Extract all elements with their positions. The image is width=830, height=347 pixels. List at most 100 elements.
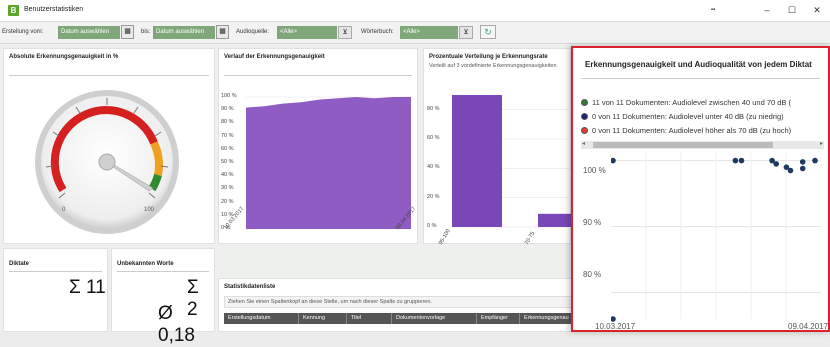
verteilung-y-tick: 0 % — [427, 223, 437, 229]
scatter-point[interactable] — [799, 165, 806, 172]
data-list-panel: Statistikdatenliste Ziehen Sie einen Spa… — [218, 278, 578, 332]
gauge-hub — [98, 153, 116, 171]
column-header[interactable]: Erkennungsgenau — [520, 313, 574, 324]
gauge-panel: Absolute Erkennungsgenauigkeit in % 0 10… — [3, 48, 215, 244]
legend-dot-red — [581, 127, 588, 134]
unknown-words-label: Unbekannten Worte — [117, 261, 174, 267]
diktate-panel: Diktate Σ 11 — [3, 248, 108, 332]
filter-bar: Erstellung vom: Datum auswählen ▦ bis: D… — [0, 22, 830, 44]
column-header[interactable]: Kennung — [299, 313, 347, 324]
diktate-label: Diktate — [9, 261, 30, 267]
verlauf-chart — [246, 96, 411, 230]
close-button[interactable]: ✕ — [808, 3, 826, 17]
refresh-button[interactable]: ↻ — [480, 25, 496, 39]
legend-text: 0 von 11 Dokumenten: Audiolevel höher al… — [592, 126, 792, 135]
verlauf-y-tick: 40 % — [221, 172, 234, 179]
group-panel[interactable]: Ziehen Sie einen Spaltenkopf an diese St… — [224, 296, 574, 308]
dictionary-label: Wörterbuch: — [361, 29, 394, 35]
legend-item-low[interactable]: 0 von 11 Dokumenten: Audiolevel unter 40… — [581, 112, 784, 121]
diktate-sum: Σ 11 — [69, 277, 106, 298]
column-header[interactable]: Erstellungsdatum — [224, 313, 299, 324]
verteilung-subtitle: Verteilt auf 3 vordefinierte Erkennungsg… — [429, 63, 557, 69]
legend-dot-blue — [581, 113, 588, 120]
scatter-x-start: 10.03.2017 — [595, 322, 636, 331]
scroll-right-icon[interactable]: ▸ — [820, 140, 823, 147]
verlauf-title: Verlauf der Erkennungsgenauigkeit — [224, 54, 325, 60]
verlauf-panel: Verlauf der Erkennungsgenauigkeit 100 % 9… — [218, 48, 418, 244]
gauge-max-label: 100 — [144, 207, 155, 213]
to-date-input[interactable]: Datum auswählen — [153, 26, 215, 39]
scatter-point[interactable] — [611, 157, 616, 164]
verlauf-y-tick: 80 % — [221, 119, 234, 126]
scatter-y-90: 90 % — [583, 218, 602, 227]
scatter-point[interactable] — [799, 159, 806, 165]
scatter-point[interactable] — [773, 161, 779, 167]
column-header[interactable]: Titel — [347, 313, 392, 324]
verlauf-y-tick: 100 % — [221, 93, 237, 99]
verteilung-panel: Prozentuale Verteilung je Erkennungsrate… — [423, 48, 572, 246]
dropdown-icon[interactable]: ⊻ — [338, 26, 352, 39]
dropdown-icon[interactable]: ⊻ — [459, 26, 473, 39]
maximize-button[interactable]: ☐ — [783, 3, 801, 17]
legend-dot-green — [581, 99, 588, 106]
scatter-point[interactable] — [611, 316, 616, 322]
calendar-icon[interactable]: ▦ — [121, 25, 134, 39]
gauge-title: Absolute Erkennungsgenauigkeit in % — [9, 54, 119, 60]
accuracy-audio-popup: Erkennungsgenauigkeit und Audioqualität … — [571, 46, 830, 332]
divider — [9, 75, 209, 76]
scrollbar-thumb[interactable] — [593, 142, 773, 148]
restore-icon[interactable]: ▪▪ — [704, 3, 722, 17]
divider — [581, 78, 820, 79]
gauge-chart: 0 100 — [35, 90, 179, 234]
legend-item-high[interactable]: 0 von 11 Dokumenten: Audiolevel höher al… — [581, 126, 791, 135]
verteilung-y-tick: 20 % — [427, 193, 440, 200]
title-bar: B Benutzerstatistiken ▪▪ – ☐ ✕ — [0, 0, 830, 22]
divider — [117, 271, 209, 272]
audio-source-label: Audioquelle: — [236, 29, 270, 35]
column-header[interactable]: Dokumentenvorlage — [392, 313, 477, 324]
calendar-icon[interactable]: ▦ — [216, 25, 229, 39]
window-title: Benutzerstatistiken — [24, 6, 84, 13]
verlauf-y-tick: 30 % — [221, 185, 234, 192]
from-date-input[interactable]: Datum auswählen — [58, 26, 120, 39]
app-icon: B — [8, 5, 19, 16]
verlauf-y-tick: 90 % — [221, 106, 234, 113]
verlauf-y-tick: 50 % — [221, 159, 234, 165]
verlauf-y-tick: 60 % — [221, 145, 234, 152]
scatter-point[interactable] — [732, 157, 739, 164]
gauge-orange-band — [150, 141, 163, 176]
verteilung-bar[interactable] — [452, 95, 502, 227]
scatter-y-100: 100 % — [583, 166, 606, 175]
unknown-words-avg: Ø 0,18 — [158, 303, 195, 346]
dictionary-select[interactable]: <Alle> — [400, 26, 458, 39]
scatter-x-end: 09.04.2017 — [788, 322, 829, 331]
verteilung-chart — [452, 95, 572, 228]
table-header-row: Erstellungsdatum Kennung Titel Dokumente… — [224, 313, 574, 324]
verlauf-area — [246, 97, 411, 229]
legend-item-ok[interactable]: 11 von 11 Dokumenten: Audiolevel zwische… — [581, 98, 791, 107]
verteilung-y-tick: 60 % — [427, 135, 440, 141]
unknown-words-panel: Unbekannten Worte Σ 2 Ø 0,18 — [111, 248, 215, 346]
from-label: Erstellung vom: — [2, 29, 44, 35]
data-list-title: Statistikdatenliste — [224, 284, 276, 290]
legend-text: 11 von 11 Dokumenten: Audiolevel zwische… — [592, 98, 792, 107]
legend-text: 0 von 11 Dokumenten: Audiolevel unter 40… — [592, 112, 784, 121]
scatter-point[interactable] — [738, 157, 745, 164]
divider — [224, 75, 412, 76]
scatter-point[interactable] — [787, 167, 794, 174]
scatter-point[interactable] — [812, 157, 818, 164]
column-header[interactable]: Empfänger — [477, 313, 520, 324]
statistics-window: B Benutzerstatistiken ▪▪ – ☐ ✕ Erstellun… — [0, 0, 830, 346]
scroll-left-icon[interactable]: ◂ — [582, 140, 585, 147]
verteilung-title: Prozentuale Verteilung je Erkennungsrate — [429, 54, 548, 60]
verlauf-y-tick: 20 % — [221, 198, 234, 205]
scatter-chart — [611, 152, 821, 322]
minimize-button[interactable]: – — [758, 3, 776, 17]
scatter-y-80: 80 % — [583, 270, 602, 279]
verteilung-y-tick: 40 % — [427, 164, 440, 171]
verlauf-y-tick: 70 % — [221, 132, 234, 139]
verteilung-y-tick: 80 % — [427, 105, 440, 112]
legend-scrollbar[interactable]: ◂ ▸ — [581, 141, 824, 149]
audio-source-select[interactable]: <Alle> — [277, 26, 337, 39]
divider — [9, 271, 102, 272]
